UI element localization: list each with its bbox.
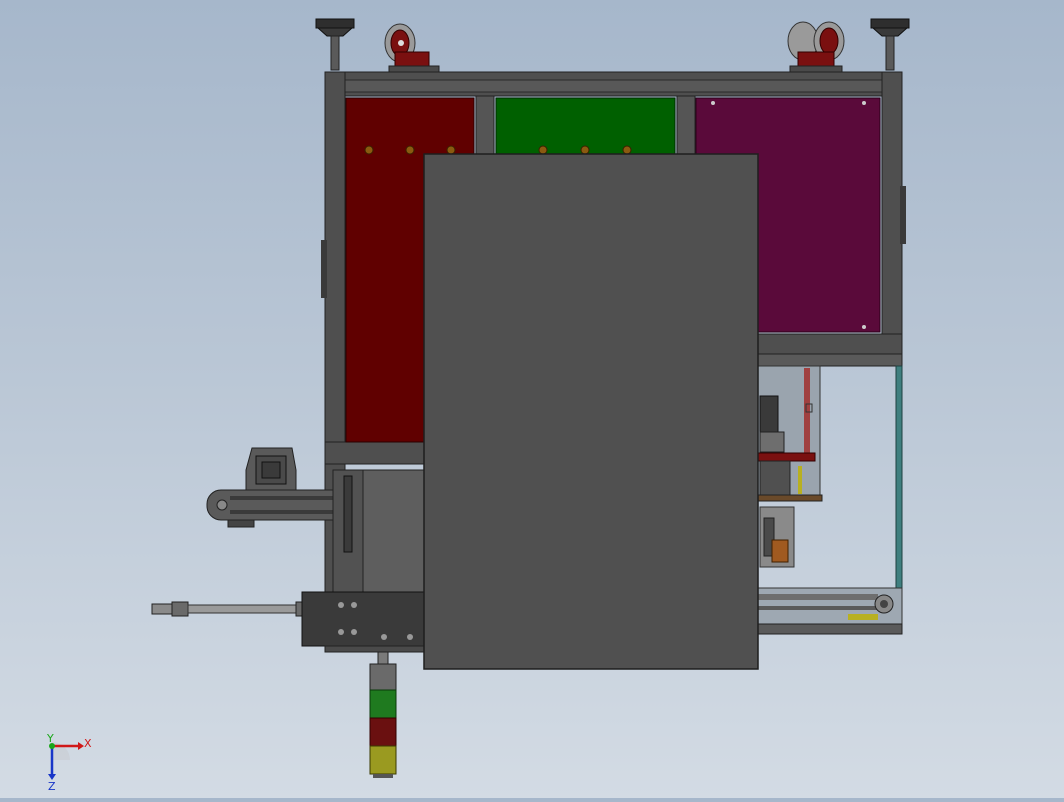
right-lower-mechanism bbox=[757, 365, 903, 635]
leveling-foot-left bbox=[315, 18, 355, 71]
triad-z-label: Z bbox=[48, 780, 56, 793]
coordinate-triad-icon: X Y Z bbox=[46, 732, 92, 793]
caster-wheel-right bbox=[787, 21, 845, 73]
triad-y-label: Y bbox=[46, 732, 54, 745]
cad-model-drawing: X Y Z bbox=[46, 18, 910, 793]
pneumatic-cylinder bbox=[151, 591, 426, 653]
leveling-foot-right bbox=[870, 18, 910, 71]
cad-viewport[interactable]: X Y Z bbox=[0, 0, 1064, 798]
triad-x-label: X bbox=[84, 737, 92, 750]
panel-green bbox=[495, 97, 676, 157]
motor-housing bbox=[245, 447, 297, 491]
caster-wheel-left bbox=[384, 23, 440, 73]
front-cover-panel[interactable] bbox=[423, 153, 759, 670]
stack-light bbox=[369, 651, 397, 778]
